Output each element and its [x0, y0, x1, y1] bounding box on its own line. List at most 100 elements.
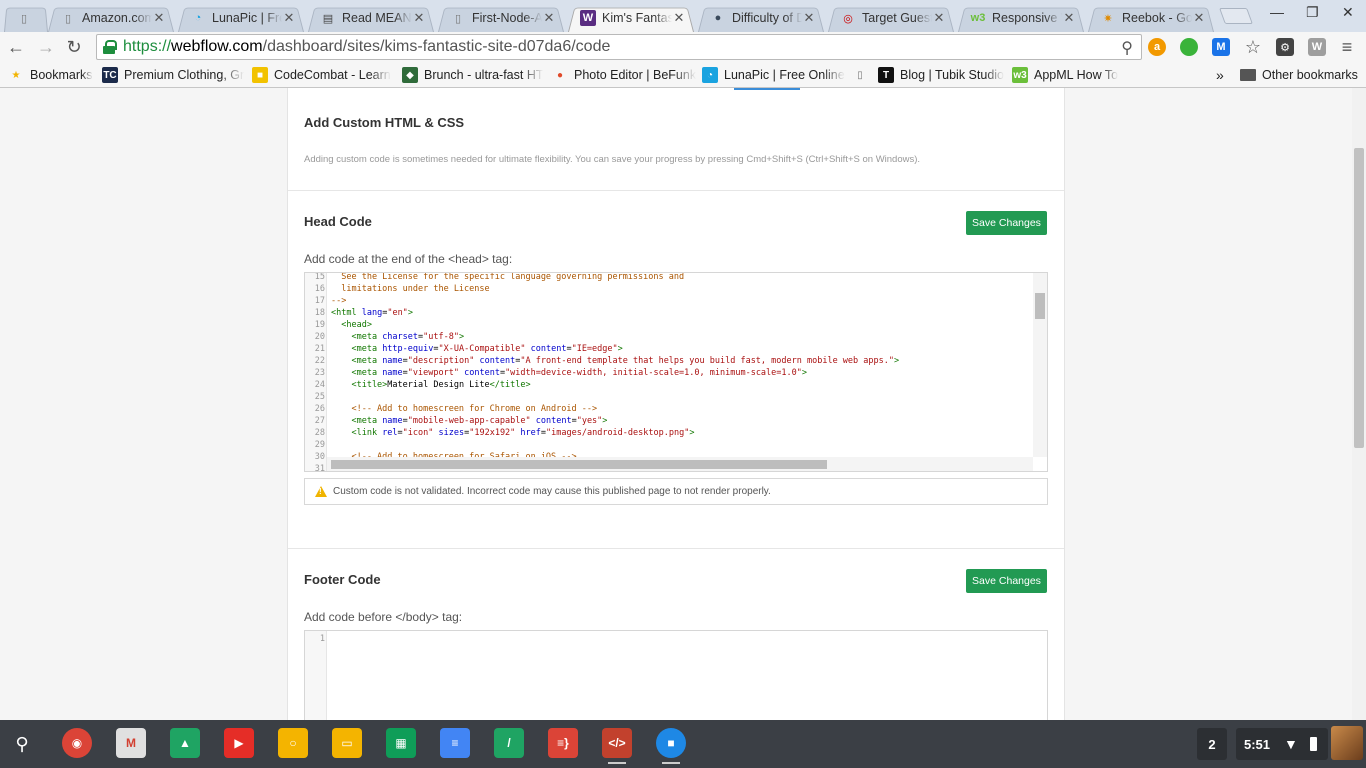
bookmark-item[interactable]: ■ CodeCombat - Learn	[252, 66, 396, 84]
text-editor-icon[interactable]: ≡}	[548, 728, 578, 758]
tab-close-icon[interactable]: ✕	[802, 10, 816, 26]
footer-save-button[interactable]: Save Changes	[966, 569, 1047, 593]
other-bookmarks-label: Other bookmarks	[1262, 68, 1358, 82]
bookmark-item[interactable]: w3 AppML How To	[1012, 66, 1132, 84]
bookmark-item[interactable]: ● Photo Editor | BeFunk	[552, 66, 696, 84]
footer-code-editor[interactable]: 1	[304, 630, 1048, 720]
extension-icon[interactable]: ⚙	[1276, 38, 1294, 56]
browser-tab[interactable]: w3 Responsive W✕	[958, 4, 1084, 32]
minimize-icon[interactable]: —	[1270, 4, 1284, 20]
tab-close-icon[interactable]: ✕	[282, 10, 296, 26]
browser-tab[interactable]: ▯	[4, 4, 48, 32]
notification-count[interactable]: 2	[1197, 728, 1227, 760]
amazon-extension-icon[interactable]: a	[1148, 38, 1166, 56]
browser-tab[interactable]: ▯ Amazon.com ✕	[48, 4, 174, 32]
system-tray[interactable]: 5:51 ▼	[1236, 728, 1328, 760]
zoom-icon[interactable]: ⚲	[1121, 38, 1133, 58]
bookmark-label: Photo Editor | BeFunk	[574, 68, 696, 82]
code-text: <meta name="description" content="A fron…	[331, 356, 900, 366]
head-code-editor[interactable]: 15 See the License for the specific lang…	[304, 272, 1048, 472]
bookmark-item[interactable]: TC Premium Clothing, Gr	[102, 66, 246, 84]
bookmark-item[interactable]: ◆ Brunch - ultra-fast HT	[402, 66, 546, 84]
line-number: 26	[314, 404, 325, 414]
head-code-lines[interactable]: 15 See the License for the specific lang…	[305, 272, 1033, 471]
browser-tab[interactable]: ◎ Target Guest ✕	[828, 4, 954, 32]
w-extension-icon[interactable]: W	[1308, 38, 1326, 56]
browser-tab[interactable]: ▯ First-Node-Ap✕	[438, 4, 564, 32]
avatar[interactable]	[1331, 726, 1363, 760]
slides-icon[interactable]: ▭	[332, 728, 362, 758]
tab-title: Read MEAN M	[342, 11, 412, 25]
tab-close-icon[interactable]: ✕	[932, 10, 946, 26]
close-window-icon[interactable]: ✕	[1342, 4, 1354, 21]
editor-vertical-scrollbar[interactable]	[1033, 273, 1047, 457]
slash-app-icon[interactable]: /	[494, 728, 524, 758]
head-code-title: Head Code	[304, 214, 372, 229]
bookmarks-overflow[interactable]: »	[1216, 66, 1224, 84]
browser-tab[interactable]: ● Difficulty of D ✕	[698, 4, 824, 32]
browser-tab[interactable]: ◔ LunaPic | Free✕	[178, 4, 304, 32]
line-number: 18	[314, 308, 325, 318]
m-extension-icon[interactable]: M	[1212, 38, 1230, 56]
maximize-icon[interactable]: ❐	[1306, 4, 1319, 21]
code-line: 21 <meta http-equiv="X-UA-Compatible" co…	[305, 343, 1033, 355]
bookmark-star-icon[interactable]: ☆	[1244, 37, 1262, 57]
code-line: 16 limitations under the License	[305, 283, 1033, 295]
tc-icon: TC	[102, 67, 118, 83]
url-scheme: https://	[123, 38, 172, 55]
tab-close-icon[interactable]: ✕	[152, 10, 166, 26]
drive-icon[interactable]: ▲	[170, 728, 200, 758]
tab-strip: — ❐ ✕ ▯▯Amazon.com✕◔LunaPic | Free✕▤Read…	[0, 0, 1366, 32]
search-icon[interactable]: ⚲	[8, 730, 36, 758]
bookmark-item[interactable]: ▯	[852, 66, 872, 84]
line-number: 17	[314, 296, 325, 306]
docs-icon[interactable]: ≡	[440, 728, 470, 758]
tab-close-icon[interactable]: ✕	[542, 10, 556, 26]
keep-icon[interactable]: ○	[278, 728, 308, 758]
tab-close-icon[interactable]: ✕	[1192, 10, 1206, 26]
gmail-icon[interactable]: M	[116, 728, 146, 758]
tab-close-icon[interactable]: ✕	[1062, 10, 1076, 26]
footer-code-lines[interactable]: 1	[305, 633, 1033, 645]
editor-horizontal-scrollbar[interactable]	[327, 457, 1033, 471]
bookmark-item[interactable]: ★ Bookmarks	[8, 66, 94, 84]
chrome-icon[interactable]: ◉	[62, 728, 92, 758]
tab-close-icon[interactable]: ✕	[672, 10, 686, 26]
forward-icon[interactable]: →	[36, 37, 56, 57]
bookmark-label: Brunch - ultra-fast HT	[424, 68, 544, 82]
w3-icon: w3	[970, 12, 986, 24]
tab-title: LunaPic | Free	[212, 11, 282, 25]
warning-text: Custom code is not validated. Incorrect …	[333, 486, 771, 497]
evernote-extension-icon[interactable]	[1180, 38, 1198, 56]
custom-code-title: Add Custom HTML & CSS	[304, 115, 465, 130]
browser-tab[interactable]: ✷ Reebok - Goo✕	[1088, 4, 1214, 32]
browser-tab[interactable]: W Kim's Fantast ✕	[568, 4, 694, 32]
bookmark-item[interactable]: T Blog | Tubik Studio	[878, 66, 1004, 84]
line-number: 15	[314, 272, 325, 282]
befunky-icon: ●	[556, 69, 564, 81]
sheets-icon[interactable]: ▦	[386, 728, 416, 758]
other-bookmarks[interactable]: Other bookmarks	[1240, 66, 1358, 84]
tab-close-icon[interactable]: ✕	[412, 10, 426, 26]
code-text: <meta charset="utf-8">	[331, 332, 465, 342]
back-icon[interactable]: ←	[6, 37, 26, 57]
code-line: 18 <html lang="en">	[305, 307, 1033, 319]
address-bar[interactable]: https://webflow.com/dashboard/sites/kims…	[96, 34, 1142, 60]
document-icon: ▯	[64, 12, 72, 25]
code-line: 1	[305, 633, 1033, 645]
code-text: <!-- Add to homescreen for Chrome on And…	[331, 404, 598, 414]
browser-tab[interactable]: ▤ Read MEAN M✕	[308, 4, 434, 32]
youtube-icon[interactable]: ▶	[224, 728, 254, 758]
head-save-button[interactable]: Save Changes	[966, 211, 1047, 235]
new-tab-button[interactable]	[1219, 8, 1253, 24]
code-editor-icon[interactable]: </>	[602, 728, 632, 764]
menu-icon[interactable]: ≡	[1338, 37, 1356, 57]
bookmark-item[interactable]: ◔ LunaPic | Free Online	[702, 66, 846, 84]
warning-icon	[315, 486, 327, 497]
wifi-icon: ▼	[1284, 736, 1298, 752]
custom-code-description: Adding custom code is sometimes needed f…	[304, 154, 921, 165]
page-scrollbar[interactable]	[1352, 88, 1366, 720]
system-shelf: ⚲ 2 5:51 ▼ ◉ M ▲ ▶ ○ ▭ ▦ ≡ / ≡} </> ■	[0, 720, 1366, 768]
reload-icon[interactable]: ↻	[64, 37, 84, 57]
files-icon[interactable]: ■	[656, 728, 686, 764]
